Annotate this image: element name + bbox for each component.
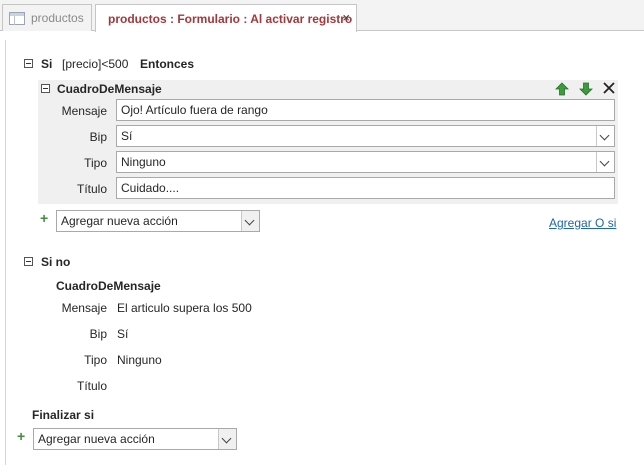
else-bip-label: Bip	[89, 327, 107, 341]
bip-select[interactable]: Sí	[116, 125, 615, 147]
tipo-label: Tipo	[84, 156, 107, 170]
move-up-arrow-icon[interactable]	[555, 82, 569, 96]
add-action-placeholder: Agregar nueva acción	[38, 432, 155, 446]
add-action-chevron-icon[interactable]	[218, 429, 236, 449]
else-keyword: Si no	[41, 255, 71, 269]
titulo-input[interactable]: Cuidado....	[116, 177, 615, 199]
else-mensaje-value[interactable]: El articulo supera los 500	[117, 301, 252, 315]
else-tipo-value[interactable]: Ninguno	[117, 353, 162, 367]
plus-icon: +	[40, 210, 49, 226]
tipo-select-value: Ninguno	[121, 155, 166, 169]
document-tab-strip: productos productos : Formulario : Al ac…	[0, 0, 644, 32]
tab-productos-table[interactable]: productos	[2, 4, 92, 31]
then-keyword: Entonces	[140, 57, 195, 71]
add-action-combo-bottom[interactable]: Agregar nueva acción	[33, 428, 237, 450]
close-tab-icon[interactable]: ×	[342, 10, 350, 25]
if-condition[interactable]: [precio]<500	[62, 57, 128, 71]
else-tipo-label: Tipo	[84, 353, 107, 367]
titulo-label: Título	[76, 182, 107, 196]
tipo-select[interactable]: Ninguno	[116, 151, 615, 173]
tab-macro-al-activar-registro[interactable]: productos : Formulario : Al activar regi…	[95, 4, 357, 32]
table-icon	[9, 11, 25, 25]
tab-label: productos	[31, 11, 84, 25]
bip-dropdown-chevron-icon[interactable]	[596, 126, 614, 146]
mensaje-label: Mensaje	[61, 104, 107, 118]
bip-select-value: Sí	[121, 129, 133, 143]
add-else-if-link[interactable]: Agregar O si	[549, 216, 616, 230]
mensaje-input[interactable]: Ojo! Artículo fuera de rango	[116, 99, 615, 121]
move-down-arrow-icon[interactable]	[579, 82, 593, 96]
else-bip-value[interactable]: Sí	[117, 327, 128, 341]
else-titulo-label: Título	[76, 379, 107, 393]
else-mensaje-label: Mensaje	[61, 301, 107, 315]
if-keyword: Si	[41, 57, 53, 71]
collapse-else-toggle[interactable]	[24, 257, 33, 266]
plus-icon: +	[17, 428, 26, 444]
collapse-if-toggle[interactable]	[24, 59, 33, 68]
end-if-label: Finalizar si	[32, 408, 95, 422]
collapse-action-toggle[interactable]	[41, 84, 50, 93]
add-action-combo-if[interactable]: Agregar nueva acción	[56, 210, 260, 232]
tab-label: productos : Formulario : Al activar regi…	[108, 11, 353, 26]
else-action-name: CuadroDeMensaje	[56, 279, 161, 293]
action-name: CuadroDeMensaje	[57, 82, 162, 96]
delete-x-icon[interactable]	[603, 82, 615, 94]
add-action-chevron-icon[interactable]	[241, 211, 259, 231]
tipo-dropdown-chevron-icon[interactable]	[596, 152, 614, 172]
bip-label: Bip	[89, 130, 107, 144]
add-action-placeholder: Agregar nueva acción	[61, 214, 178, 228]
